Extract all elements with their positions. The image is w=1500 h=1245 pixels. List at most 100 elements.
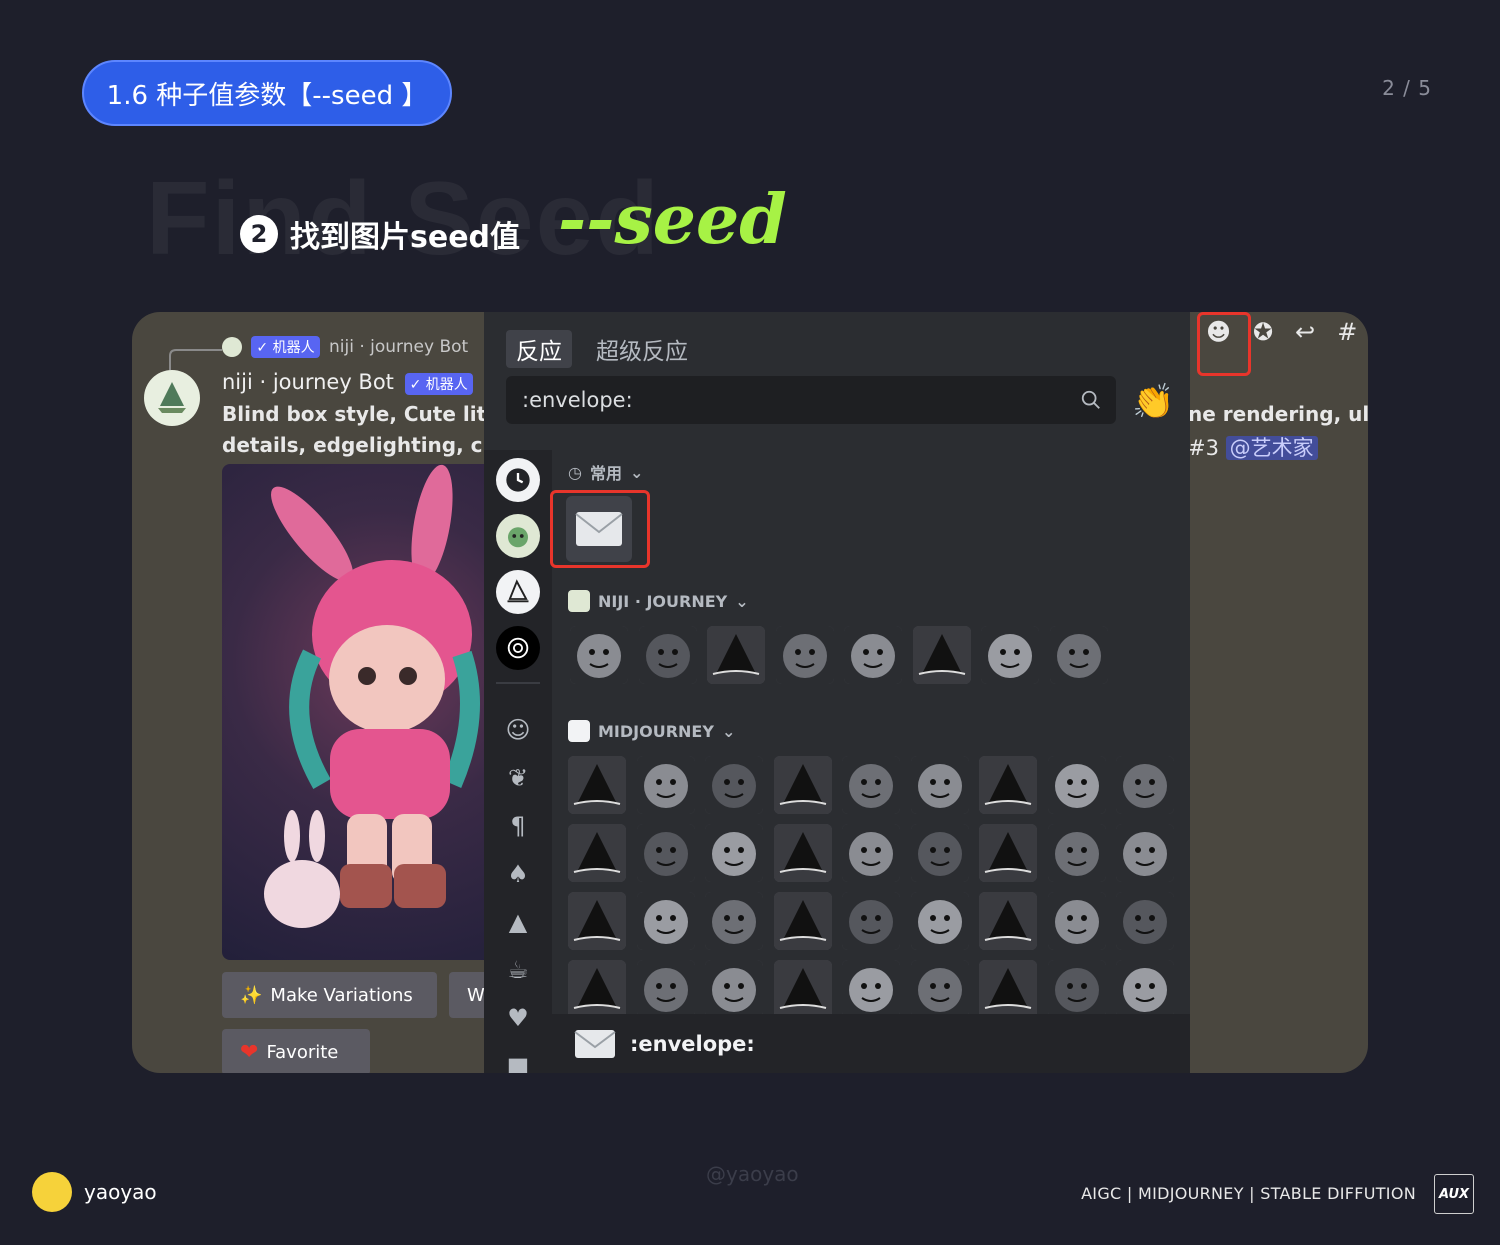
search-icon[interactable] xyxy=(1080,389,1102,411)
custom-emoji[interactable] xyxy=(705,892,763,950)
custom-emoji[interactable] xyxy=(568,960,626,1014)
symbols-category-icon[interactable]: ♥ xyxy=(502,1002,534,1034)
custom-emoji[interactable] xyxy=(568,756,626,814)
custom-emoji[interactable] xyxy=(842,756,900,814)
picker-tabs: 反应 超级反应 xyxy=(506,330,692,368)
section-midjourney[interactable]: MIDJOURNEY ⌄ xyxy=(568,720,735,742)
generated-image[interactable] xyxy=(222,464,492,960)
custom-emoji[interactable] xyxy=(842,960,900,1014)
food-category-icon[interactable]: ¶ xyxy=(502,810,534,842)
custom-emoji[interactable] xyxy=(773,824,832,882)
clapping-hands-icon[interactable]: 👏 xyxy=(1132,382,1174,422)
custom-emoji[interactable] xyxy=(705,756,763,814)
emoji-search-input[interactable] xyxy=(520,387,1044,413)
custom-emoji[interactable] xyxy=(1049,626,1108,684)
custom-emoji[interactable] xyxy=(1116,824,1174,882)
custom-emoji[interactable] xyxy=(570,626,628,684)
section-frequent[interactable]: ◷ 常用 ⌄ xyxy=(568,460,643,484)
custom-emoji[interactable] xyxy=(842,892,900,950)
discord-screenshot: ✓ 机器人 niji · journey Bot niji · journey … xyxy=(132,312,1368,1073)
step-number: 2 xyxy=(240,215,278,253)
custom-emoji[interactable] xyxy=(979,960,1037,1014)
objects-category-icon[interactable]: ☕ xyxy=(502,954,534,986)
step-text: 找到图片seed值 xyxy=(290,220,521,255)
custom-emoji[interactable] xyxy=(1116,960,1174,1014)
nature-category-icon[interactable]: ❦ xyxy=(502,762,534,794)
add-reaction-highlight xyxy=(1197,312,1251,376)
brand-name: yaoyao xyxy=(84,1180,157,1204)
brand-logo-icon xyxy=(32,1172,72,1212)
niji-server-icon[interactable] xyxy=(496,514,540,558)
reply-icon[interactable]: ↩ xyxy=(1295,318,1315,346)
sailboat-icon xyxy=(158,382,186,413)
custom-emoji[interactable] xyxy=(773,960,832,1014)
flags-category-icon[interactable]: ■ xyxy=(502,1050,534,1073)
watermark: @yaoyao xyxy=(706,1162,799,1186)
section-niji-label: NIJI · JOURNEY xyxy=(598,591,728,611)
openai-server-icon[interactable] xyxy=(496,626,540,670)
reply-preview[interactable]: ✓ 机器人 niji · journey Bot xyxy=(222,336,468,358)
custom-emoji[interactable] xyxy=(1047,892,1106,950)
custom-emoji[interactable] xyxy=(636,960,695,1014)
custom-emoji[interactable] xyxy=(979,824,1037,882)
midjourney-server-icon xyxy=(568,720,590,742)
custom-emoji[interactable] xyxy=(979,756,1037,814)
custom-emoji[interactable] xyxy=(910,960,969,1014)
super-reaction-icon[interactable]: ✪ xyxy=(1253,318,1273,346)
custom-emoji[interactable] xyxy=(910,756,969,814)
magic-wand-icon: ✨ xyxy=(240,984,263,1006)
custom-emoji[interactable] xyxy=(1047,960,1106,1014)
make-variations-button[interactable]: ✨ Make Variations xyxy=(222,972,437,1018)
section-niji-journey[interactable]: NIJI · JOURNEY ⌄ xyxy=(568,590,749,612)
bot-badge: ✓ 机器人 xyxy=(404,373,473,395)
favorite-button[interactable]: ❤ Favorite xyxy=(222,1029,370,1073)
custom-emoji[interactable] xyxy=(636,892,695,950)
custom-emoji[interactable] xyxy=(636,756,695,814)
prompt-line-continued: #3 @艺术家 xyxy=(1188,432,1318,462)
custom-emoji[interactable] xyxy=(842,824,900,882)
custom-emoji[interactable] xyxy=(707,626,765,684)
avatar[interactable] xyxy=(144,370,200,426)
prompt-line-continued: ne rendering, ultra xyxy=(1188,402,1368,426)
custom-emoji[interactable] xyxy=(910,892,969,950)
section-mid-label: MIDJOURNEY xyxy=(598,721,714,741)
tab-super-reactions[interactable]: 超级反应 xyxy=(592,330,692,368)
section-title: 1.6 种子值参数【--seed 】 xyxy=(106,80,428,111)
custom-emoji[interactable] xyxy=(775,626,834,684)
custom-emoji[interactable] xyxy=(979,892,1037,950)
custom-emoji[interactable] xyxy=(638,626,697,684)
custom-emoji[interactable] xyxy=(910,824,969,882)
custom-emoji[interactable] xyxy=(705,824,763,882)
custom-emoji[interactable] xyxy=(1047,824,1106,882)
prompt-line: details, edgelighting, chibi xyxy=(222,433,525,457)
custom-emoji[interactable] xyxy=(1047,756,1106,814)
recent-icon[interactable] xyxy=(496,458,540,502)
category-rail: ☺ ❦ ¶ ♠ ▲ ☕ ♥ ■ xyxy=(484,450,552,1073)
custom-emoji[interactable] xyxy=(981,626,1039,684)
activity-category-icon[interactable]: ♠ xyxy=(502,858,534,890)
reply-avatar xyxy=(222,337,242,357)
custom-emoji[interactable] xyxy=(1116,756,1174,814)
custom-emoji[interactable] xyxy=(912,626,971,684)
travel-category-icon[interactable]: ▲ xyxy=(502,906,534,938)
user-mention[interactable]: @艺术家 xyxy=(1225,436,1318,460)
custom-emoji[interactable] xyxy=(705,960,763,1014)
niji-server-icon xyxy=(568,590,590,612)
message-author[interactable]: niji · journey Bot ✓ 机器人 xyxy=(222,370,477,395)
emoji-search xyxy=(506,376,1116,424)
custom-emoji[interactable] xyxy=(773,892,832,950)
custom-emoji[interactable] xyxy=(636,824,695,882)
custom-emoji[interactable] xyxy=(568,824,626,882)
tab-reactions[interactable]: 反应 xyxy=(506,330,572,368)
step-heading: 2 找到图片seed值 xyxy=(240,212,520,256)
clock-icon: ◷ xyxy=(568,462,582,482)
midjourney-server-icon[interactable] xyxy=(496,570,540,614)
custom-emoji[interactable] xyxy=(1116,892,1174,950)
thread-icon[interactable]: # xyxy=(1337,318,1357,346)
smiley-category-icon[interactable]: ☺ xyxy=(502,714,534,746)
custom-emoji[interactable] xyxy=(773,756,832,814)
aux-logo: AUX xyxy=(1434,1174,1474,1214)
reply-connector xyxy=(169,349,222,370)
custom-emoji[interactable] xyxy=(568,892,626,950)
custom-emoji[interactable] xyxy=(844,626,902,684)
